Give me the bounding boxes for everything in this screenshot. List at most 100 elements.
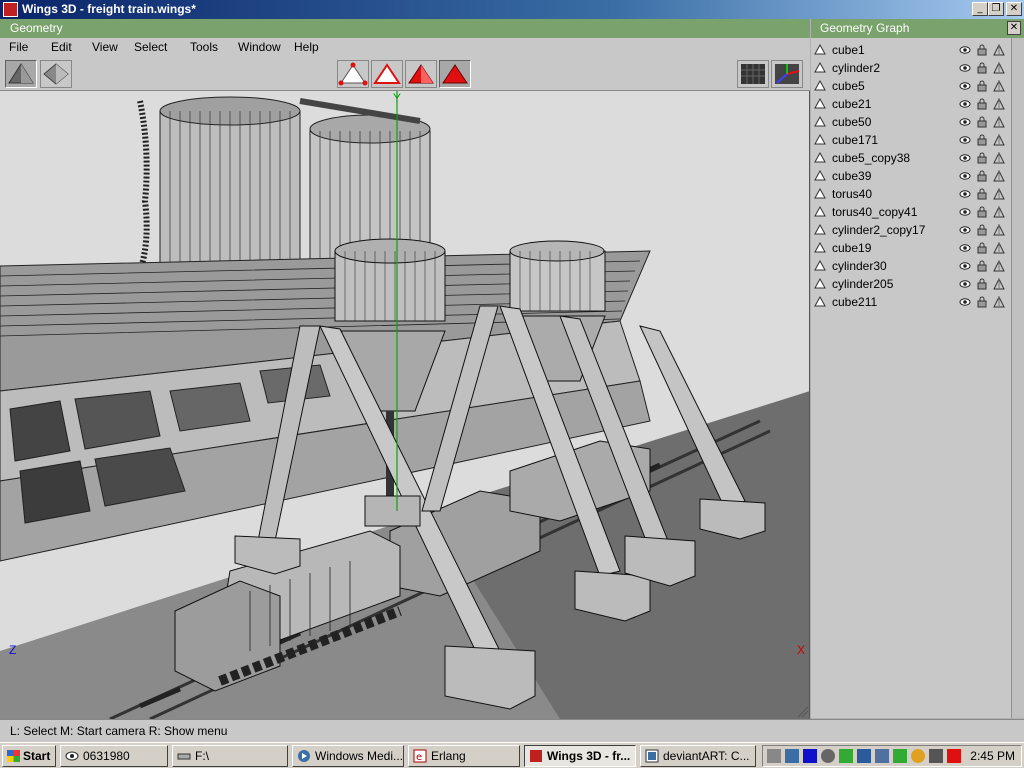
graph-object-row[interactable]: cube1 [811, 41, 1011, 59]
wireframe-icon[interactable] [993, 260, 1005, 272]
geometry-graph-header[interactable]: Geometry Graph ✕ [811, 19, 1024, 38]
geometry-window-header[interactable]: Geometry [0, 19, 810, 38]
tray-media-icon[interactable] [803, 749, 817, 763]
edge-select-button[interactable] [371, 60, 403, 88]
lock-icon[interactable] [976, 260, 988, 272]
menu-help[interactable]: Help [294, 40, 319, 54]
task-erlang[interactable]: e Erlang [408, 745, 520, 767]
wireframe-icon[interactable] [993, 98, 1005, 110]
lock-icon[interactable] [976, 98, 988, 110]
visibility-eye-icon[interactable] [959, 224, 971, 236]
visibility-eye-icon[interactable] [959, 206, 971, 218]
wireframe-icon[interactable] [993, 134, 1005, 146]
lock-icon[interactable] [976, 152, 988, 164]
flat-shading-button[interactable] [40, 60, 72, 88]
graph-object-row[interactable]: torus40_copy41 [811, 203, 1011, 221]
visibility-eye-icon[interactable] [959, 296, 971, 308]
visibility-eye-icon[interactable] [959, 188, 971, 200]
graph-object-row[interactable]: cylinder2 [811, 59, 1011, 77]
graph-object-row[interactable]: cube19 [811, 239, 1011, 257]
graph-object-row[interactable]: cylinder30 [811, 257, 1011, 275]
graph-close-button[interactable]: ✕ [1007, 21, 1021, 35]
wireframe-icon[interactable] [993, 44, 1005, 56]
close-button[interactable]: ✕ [1006, 2, 1022, 16]
task-windows-media[interactable]: Windows Medi... [292, 745, 404, 767]
wireframe-icon[interactable] [993, 206, 1005, 218]
menu-window[interactable]: Window [238, 40, 281, 54]
tray-tool-icon[interactable] [929, 749, 943, 763]
lock-icon[interactable] [976, 206, 988, 218]
wireframe-icon[interactable] [993, 188, 1005, 200]
graph-object-row[interactable]: cylinder205 [811, 275, 1011, 293]
task-0631980[interactable]: 0631980 [60, 745, 168, 767]
wireframe-icon[interactable] [993, 278, 1005, 290]
graph-object-row[interactable]: cube171 [811, 131, 1011, 149]
tray-shield-icon[interactable] [785, 749, 799, 763]
menu-file[interactable]: File [9, 40, 28, 54]
lock-icon[interactable] [976, 62, 988, 74]
graph-object-row[interactable]: cube50 [811, 113, 1011, 131]
title-bar[interactable]: Wings 3D - freight train.wings* _ ❐ ✕ [0, 0, 1024, 19]
tray-shield2-icon[interactable] [875, 749, 889, 763]
wireframe-icon[interactable] [993, 62, 1005, 74]
lock-icon[interactable] [976, 80, 988, 92]
wireframe-icon[interactable] [993, 80, 1005, 92]
lock-icon[interactable] [976, 242, 988, 254]
graph-object-row[interactable]: cube211 [811, 293, 1011, 311]
geometry-viewport[interactable]: Y Z X [0, 91, 810, 719]
graph-object-row[interactable]: cube21 [811, 95, 1011, 113]
vertex-select-button[interactable] [337, 60, 369, 88]
lock-icon[interactable] [976, 224, 988, 236]
visibility-eye-icon[interactable] [959, 116, 971, 128]
visibility-eye-icon[interactable] [959, 260, 971, 272]
task-drive-f[interactable]: F:\ [172, 745, 288, 767]
visibility-eye-icon[interactable] [959, 242, 971, 254]
task-deviantart[interactable]: deviantART: C... [640, 745, 756, 767]
graph-object-row[interactable]: cylinder2_copy17 [811, 221, 1011, 239]
tray-drive-icon[interactable] [767, 749, 781, 763]
wireframe-icon[interactable] [993, 116, 1005, 128]
graph-object-row[interactable]: cube39 [811, 167, 1011, 185]
tray-monitor-icon[interactable] [857, 749, 871, 763]
axes-button[interactable] [771, 60, 803, 88]
menu-select[interactable]: Select [134, 40, 167, 54]
lock-icon[interactable] [976, 134, 988, 146]
graph-object-row[interactable]: torus40 [811, 185, 1011, 203]
menu-tools[interactable]: Tools [190, 40, 218, 54]
groundplane-button[interactable] [737, 60, 769, 88]
visibility-eye-icon[interactable] [959, 278, 971, 290]
face-select-button[interactable] [405, 60, 437, 88]
visibility-eye-icon[interactable] [959, 152, 971, 164]
graph-object-row[interactable]: cube5 [811, 77, 1011, 95]
lock-icon[interactable] [976, 188, 988, 200]
lock-icon[interactable] [976, 44, 988, 56]
visibility-eye-icon[interactable] [959, 62, 971, 74]
body-select-button[interactable] [439, 60, 471, 88]
start-button[interactable]: Start [2, 745, 56, 767]
visibility-eye-icon[interactable] [959, 80, 971, 92]
tray-n-icon[interactable] [947, 749, 961, 763]
lock-icon[interactable] [976, 296, 988, 308]
visibility-eye-icon[interactable] [959, 134, 971, 146]
visibility-eye-icon[interactable] [959, 98, 971, 110]
lock-icon[interactable] [976, 278, 988, 290]
wireframe-icon[interactable] [993, 296, 1005, 308]
task-wings3d[interactable]: Wings 3D - fr... [524, 745, 636, 767]
tray-disc-icon[interactable] [821, 749, 835, 763]
tray-globe-icon[interactable] [911, 749, 925, 763]
wireframe-icon[interactable] [993, 242, 1005, 254]
menu-view[interactable]: View [92, 40, 118, 54]
menu-edit[interactable]: Edit [51, 40, 72, 54]
wings-app-icon[interactable] [3, 2, 18, 17]
lock-icon[interactable] [976, 116, 988, 128]
tray-triangle-icon[interactable] [893, 749, 907, 763]
tray-network-icon[interactable] [839, 749, 853, 763]
visibility-eye-icon[interactable] [959, 170, 971, 182]
graph-object-row[interactable]: cube5_copy38 [811, 149, 1011, 167]
graph-scrollbar[interactable] [1011, 38, 1024, 718]
wireframe-icon[interactable] [993, 152, 1005, 164]
wireframe-icon[interactable] [993, 224, 1005, 236]
minimize-button[interactable]: _ [972, 2, 988, 16]
wireframe-icon[interactable] [993, 170, 1005, 182]
smooth-shading-button[interactable] [5, 60, 37, 88]
